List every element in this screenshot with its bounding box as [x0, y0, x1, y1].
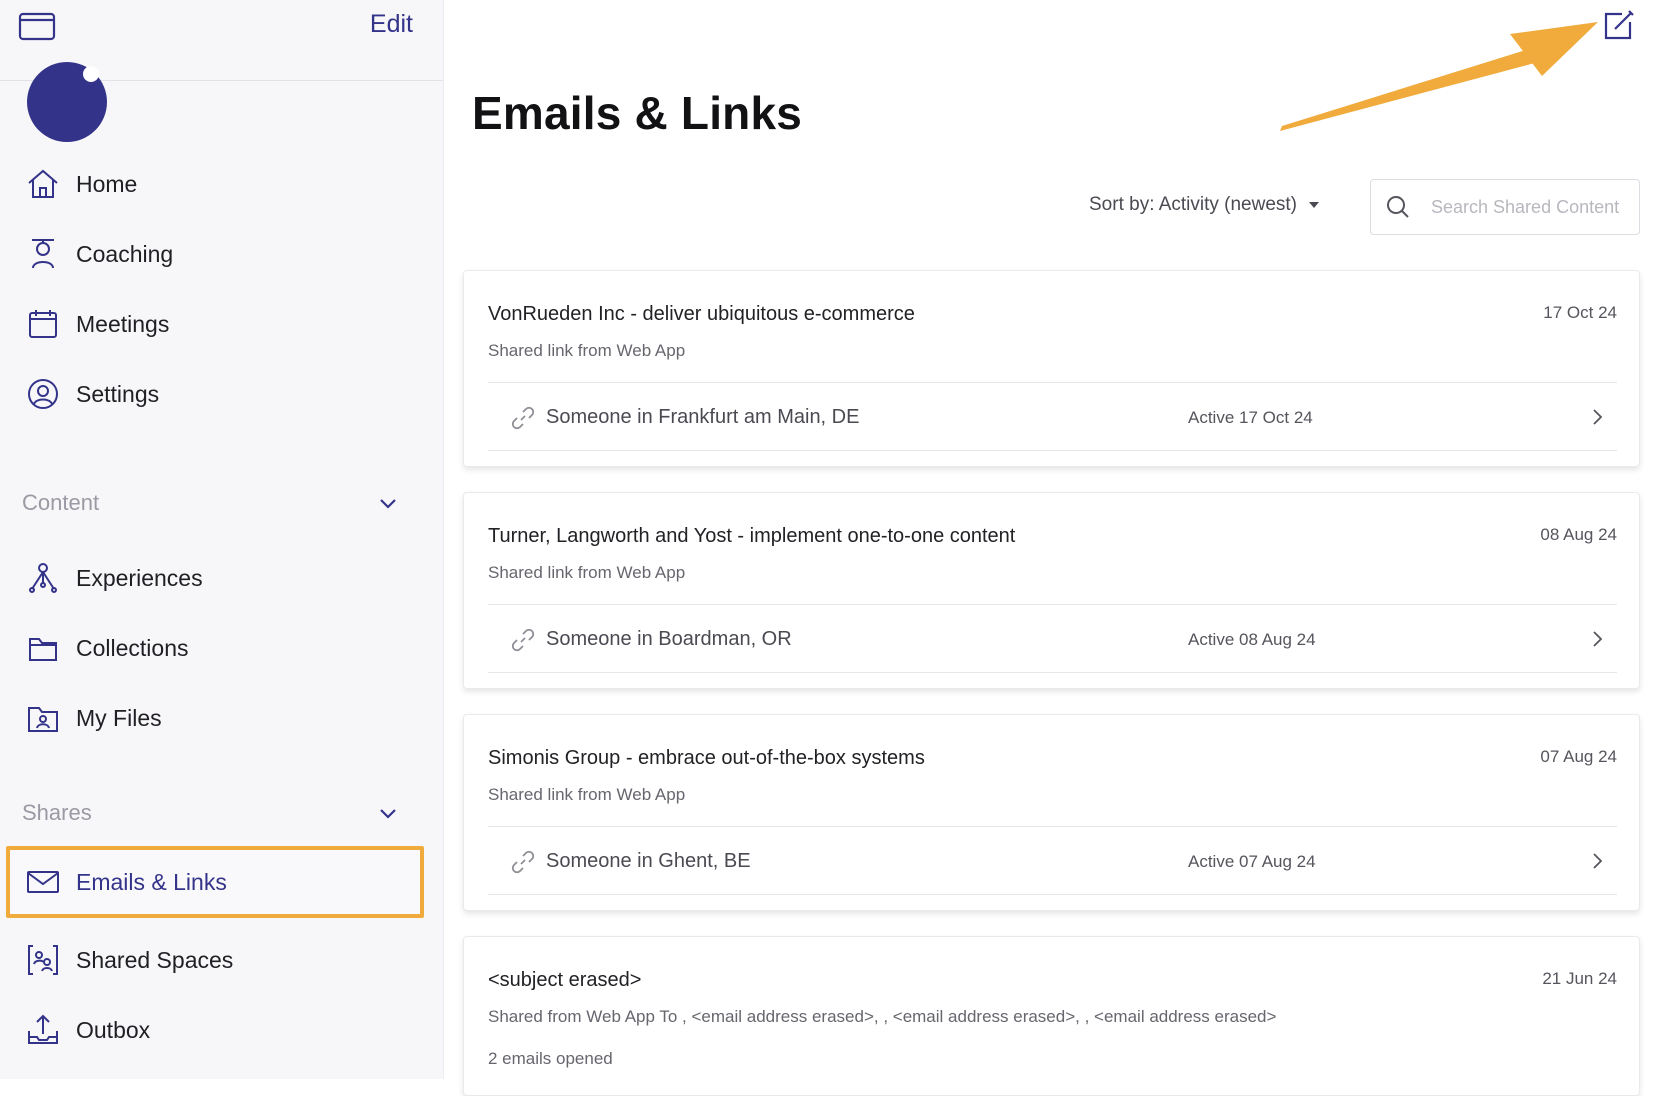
share-subtitle: Shared link from Web App — [488, 341, 686, 360]
section-content-header[interactable]: Content — [22, 483, 412, 523]
sidebar-item-label: Settings — [76, 380, 160, 407]
search-icon — [1387, 196, 1409, 218]
user-circle-icon — [24, 375, 62, 413]
sidebar-item-shared-spaces[interactable]: Shared Spaces — [24, 935, 414, 985]
share-card[interactable]: VonRueden Inc - deliver ubiquitous e-com… — [463, 270, 1640, 467]
my-files-icon — [24, 699, 62, 737]
chevron-right-icon — [1593, 409, 1603, 425]
divider — [488, 450, 1617, 451]
sidebar-item-outbox[interactable]: Outbox — [24, 1005, 414, 1055]
search-box[interactable] — [1370, 179, 1640, 235]
link-icon — [511, 628, 535, 652]
link-icon — [511, 850, 535, 874]
share-card[interactable]: Turner, Langworth and Yost - implement o… — [463, 492, 1640, 689]
search-input[interactable] — [1429, 195, 1638, 219]
sidebar-item-home[interactable]: Home — [24, 159, 414, 209]
sidebar-item-label: Collections — [76, 634, 189, 661]
section-label: Content — [22, 490, 100, 515]
chevron-down-icon — [380, 499, 396, 509]
share-title: VonRueden Inc - deliver ubiquitous e-com… — [488, 303, 915, 325]
sidebar-item-meetings[interactable]: Meetings — [24, 299, 414, 349]
divider — [488, 894, 1617, 895]
sort-label: Sort by: Activity (newest) — [1089, 194, 1298, 215]
folder-icon — [24, 629, 62, 667]
sidebar-item-label: Coaching — [76, 240, 174, 267]
emails-opened-count: 2 emails opened — [488, 1049, 613, 1068]
divider — [488, 672, 1617, 673]
section-label: Shares — [22, 800, 92, 825]
chevron-right-icon — [1593, 853, 1603, 869]
link-icon — [511, 406, 535, 430]
recipient-row[interactable]: Someone in Boardman, OR Active 08 Aug 24 — [488, 609, 1617, 669]
recipient-active-date: Active 07 Aug 24 — [1188, 852, 1316, 871]
share-subtitle: Shared link from Web App — [488, 785, 686, 804]
sidebar-item-settings[interactable]: Settings — [24, 369, 414, 419]
share-subtitle: Shared from Web App To , <email address … — [488, 1007, 1277, 1026]
recipient-active-date: Active 08 Aug 24 — [1188, 630, 1316, 649]
share-title: <subject erased> — [488, 969, 642, 991]
recipient-active-date: Active 17 Oct 24 — [1188, 408, 1313, 427]
annotation-arrow-icon — [1280, 22, 1598, 131]
sidebar-item-label: Shared Spaces — [76, 946, 234, 973]
sidebar: Edit Home Coaching Meetings Settings Con… — [0, 0, 444, 1079]
recipient-location: Someone in Boardman, OR — [546, 628, 792, 650]
calendar-icon — [24, 305, 62, 343]
share-title: Turner, Langworth and Yost - implement o… — [488, 525, 1016, 547]
chevron-right-icon — [1593, 631, 1603, 647]
recipient-row[interactable]: Someone in Frankfurt am Main, DE Active … — [488, 387, 1617, 447]
sidebar-item-emails-links[interactable]: Emails & Links — [6, 846, 424, 918]
sidebar-item-label: Home — [76, 170, 138, 197]
recipient-row[interactable]: Someone in Ghent, BE Active 07 Aug 24 — [488, 831, 1617, 891]
page-title: Emails & Links — [472, 87, 803, 139]
home-icon — [24, 165, 62, 203]
sidebar-item-collections[interactable]: Collections — [24, 623, 414, 673]
divider — [488, 382, 1617, 383]
caret-down-icon — [1309, 202, 1320, 208]
sidebar-item-label: Meetings — [76, 310, 170, 337]
recipient-location: Someone in Ghent, BE — [546, 850, 751, 872]
sidebar-toggle-icon[interactable] — [18, 12, 58, 42]
shared-spaces-icon — [24, 941, 62, 979]
share-date: 07 Aug 24 — [1540, 747, 1617, 766]
divider — [488, 826, 1617, 827]
share-title: Simonis Group - embrace out-of-the-box s… — [488, 747, 925, 769]
recipient-location: Someone in Frankfurt am Main, DE — [546, 406, 860, 428]
coaching-icon — [24, 235, 62, 273]
sidebar-item-label: Outbox — [76, 1016, 151, 1043]
share-date: 17 Oct 24 — [1543, 303, 1617, 322]
avatar[interactable] — [27, 62, 107, 142]
sidebar-item-label: Emails & Links — [76, 868, 227, 895]
sidebar-item-label: Experiences — [76, 564, 203, 591]
sidebar-item-experiences[interactable]: Experiences — [24, 553, 414, 603]
envelope-icon — [24, 863, 62, 901]
sidebar-item-label: My Files — [76, 704, 162, 731]
divider — [488, 604, 1617, 605]
share-date: 21 Jun 24 — [1542, 969, 1617, 988]
sidebar-item-coaching[interactable]: Coaching — [24, 229, 414, 279]
section-shares-header[interactable]: Shares — [22, 793, 412, 833]
share-card[interactable]: Simonis Group - embrace out-of-the-box s… — [463, 714, 1640, 911]
sort-dropdown[interactable]: Sort by: Activity (newest) — [1089, 194, 1320, 216]
edit-button[interactable]: Edit — [370, 10, 413, 39]
compose-icon[interactable] — [1600, 8, 1636, 44]
chevron-down-icon — [380, 809, 396, 819]
share-date: 08 Aug 24 — [1540, 525, 1617, 544]
sidebar-item-my-files[interactable]: My Files — [24, 693, 414, 743]
experiences-icon — [24, 559, 62, 597]
share-card[interactable]: <subject erased> 21 Jun 24 Shared from W… — [463, 936, 1640, 1096]
share-subtitle: Shared link from Web App — [488, 563, 686, 582]
outbox-icon — [24, 1011, 62, 1049]
